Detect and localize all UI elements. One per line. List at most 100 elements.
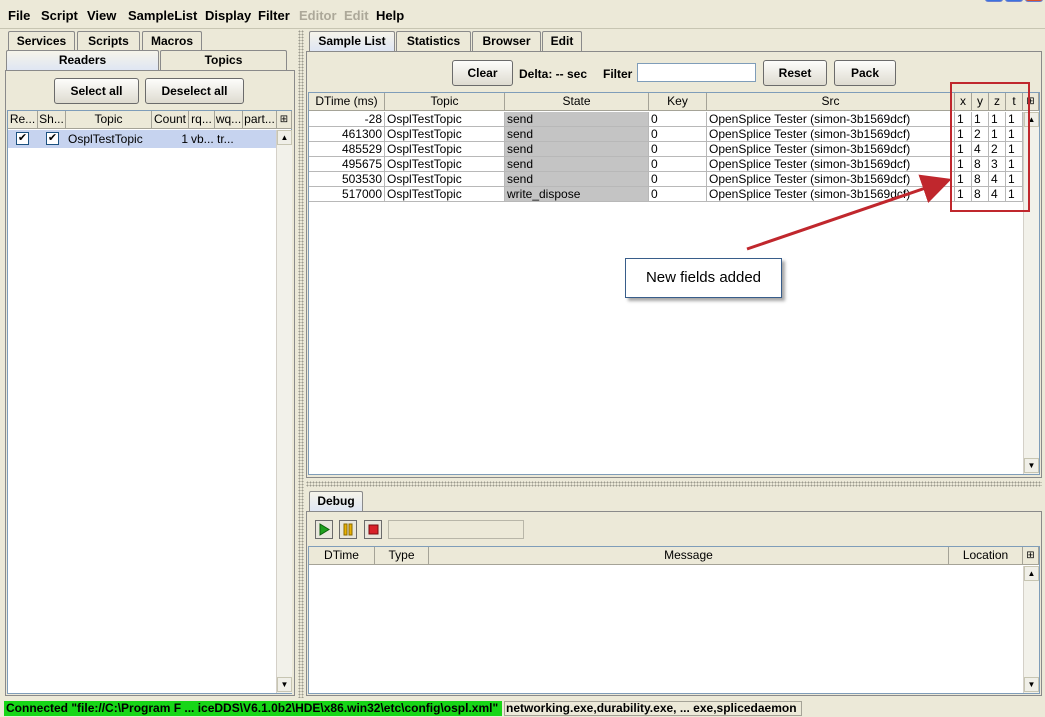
stop-icon <box>368 524 379 535</box>
col-header-debug-dtime[interactable]: DTime <box>309 547 375 565</box>
new-fields-highlight <box>950 82 1030 212</box>
cell-key: 0 <box>649 142 707 157</box>
tab-macros[interactable]: Macros <box>142 31 202 51</box>
tab-readers[interactable]: Readers <box>6 50 159 70</box>
tab-statistics[interactable]: Statistics <box>396 31 471 51</box>
cell-topic: OsplTestTopic <box>385 112 505 127</box>
menu-edit[interactable]: Edit <box>344 8 369 23</box>
delta-label: Delta: -- sec <box>519 67 588 81</box>
clear-button[interactable]: Clear <box>452 60 513 86</box>
col-header-dtime[interactable]: DTime (ms) <box>309 93 385 111</box>
debug-progress <box>388 520 524 539</box>
col-header-key[interactable]: Key <box>649 93 707 111</box>
column-chooser-icon[interactable]: ⊞ <box>277 111 292 129</box>
cell-topic: OsplTestTopic <box>385 187 505 202</box>
services-status: networking.exe,durability.exe, ... exe,s… <box>504 701 802 716</box>
cell-key: 0 <box>649 187 707 202</box>
play-icon <box>319 523 330 536</box>
col-header-sh[interactable]: Sh... <box>38 111 66 129</box>
menu-view[interactable]: View <box>87 8 116 23</box>
col-header-topic[interactable]: Topic <box>385 93 505 111</box>
cell-dtime: 517000 <box>309 187 385 202</box>
cell-state: send <box>505 157 649 172</box>
cell-dtime: 461300 <box>309 127 385 142</box>
cell-src: OpenSplice Tester (simon-3b1569dcf) <box>707 127 955 142</box>
cell-dtime: 495675 <box>309 157 385 172</box>
scroll-up-arrow-icon[interactable]: ▲ <box>1024 566 1039 581</box>
cell-dtime: -28 <box>309 112 385 127</box>
cell-state: send <box>505 142 649 157</box>
col-header-wq[interactable]: wq... <box>215 111 243 129</box>
table-row[interactable]: 461300 OsplTestTopic send 0 OpenSplice Teste… <box>309 127 1023 142</box>
col-header-debug-message[interactable]: Message <box>429 547 949 565</box>
tab-browser[interactable]: Browser <box>472 31 541 51</box>
tab-scripts[interactable]: Scripts <box>77 31 140 51</box>
maximize-button[interactable] <box>1005 0 1023 2</box>
reader-rq: vb... <box>191 132 214 146</box>
close-window-button[interactable] <box>1025 0 1043 2</box>
menu-file[interactable]: File <box>8 8 30 23</box>
tab-edit[interactable]: Edit <box>542 31 582 51</box>
col-header-debug-type[interactable]: Type <box>375 547 429 565</box>
col-header-topic[interactable]: Topic <box>66 111 152 129</box>
table-row[interactable]: ✔ ✔ OsplTestTopic 1 vb... tr... <box>8 130 276 148</box>
play-button[interactable] <box>315 520 333 539</box>
cell-dtime: 485529 <box>309 142 385 157</box>
tab-topics[interactable]: Topics <box>160 50 287 70</box>
col-header-part[interactable]: part... <box>243 111 277 129</box>
col-header-rq[interactable]: rq... <box>189 111 215 129</box>
scroll-down-arrow-icon[interactable]: ▼ <box>1024 677 1039 692</box>
scroll-down-arrow-icon[interactable]: ▼ <box>1024 458 1039 473</box>
col-header-count[interactable]: Count <box>152 111 189 129</box>
menu-help[interactable]: Help <box>376 8 404 23</box>
cell-state: send <box>505 172 649 187</box>
filter-input[interactable] <box>637 63 756 82</box>
cell-state: send <box>505 127 649 142</box>
readers-table: Re... Sh... Topic Count rq... wq... part… <box>7 110 292 694</box>
sh-checkbox[interactable]: ✔ <box>46 132 59 145</box>
col-header-re[interactable]: Re... <box>8 111 38 129</box>
cell-topic: OsplTestTopic <box>385 172 505 187</box>
col-header-debug-location[interactable]: Location <box>949 547 1023 565</box>
pause-button[interactable] <box>339 520 357 539</box>
pack-button[interactable]: Pack <box>834 60 896 86</box>
cell-src: OpenSplice Tester (simon-3b1569dcf) <box>707 142 955 157</box>
tab-debug[interactable]: Debug <box>309 491 363 511</box>
col-header-state[interactable]: State <box>505 93 649 111</box>
tab-sample-list[interactable]: Sample List <box>309 31 395 51</box>
reader-topic: OsplTestTopic <box>68 132 143 146</box>
menu-script[interactable]: Script <box>41 8 78 23</box>
menu-editor[interactable]: Editor <box>299 8 337 23</box>
reader-count: 1 <box>181 132 188 146</box>
scroll-down-arrow-icon[interactable]: ▼ <box>277 677 292 692</box>
table-row[interactable]: 485529 OsplTestTopic send 0 OpenSplice Teste… <box>309 142 1023 157</box>
reset-button[interactable]: Reset <box>763 60 827 86</box>
scroll-up-arrow-icon[interactable]: ▲ <box>277 130 292 145</box>
table-row[interactable]: -28 OsplTestTopic send 0 OpenSplice Tester (… <box>309 112 1023 127</box>
column-chooser-icon[interactable]: ⊞ <box>1023 547 1039 565</box>
reader-wq: tr... <box>217 132 234 146</box>
filter-label: Filter <box>603 67 633 81</box>
minimize-button[interactable] <box>985 0 1003 2</box>
re-checkbox[interactable]: ✔ <box>16 132 29 145</box>
deselect-all-button[interactable]: Deselect all <box>145 78 244 104</box>
vertical-splitter[interactable] <box>298 30 304 698</box>
cell-src: OpenSplice Tester (simon-3b1569dcf) <box>707 112 955 127</box>
horizontal-splitter[interactable] <box>306 481 1042 487</box>
cell-dtime: 503530 <box>309 172 385 187</box>
col-header-src[interactable]: Src <box>707 93 955 111</box>
tab-services[interactable]: Services <box>8 31 75 51</box>
menu-display[interactable]: Display <box>205 8 251 23</box>
cell-state: send <box>505 112 649 127</box>
pause-icon <box>343 523 353 536</box>
cell-key: 0 <box>649 172 707 187</box>
menu-filter[interactable]: Filter <box>258 8 290 23</box>
menu-divider <box>0 28 1045 29</box>
annotation-arrow <box>746 174 952 251</box>
debug-scrollbar[interactable]: ▲ ▼ <box>1023 566 1039 693</box>
stop-button[interactable] <box>364 520 382 539</box>
readers-scrollbar[interactable]: ▲ ▼ <box>276 130 292 693</box>
debug-table: DTime Type Message Location ⊞ ▲ ▼ <box>308 546 1040 694</box>
select-all-button[interactable]: Select all <box>54 78 139 104</box>
menu-samplelist[interactable]: SampleList <box>128 8 197 23</box>
